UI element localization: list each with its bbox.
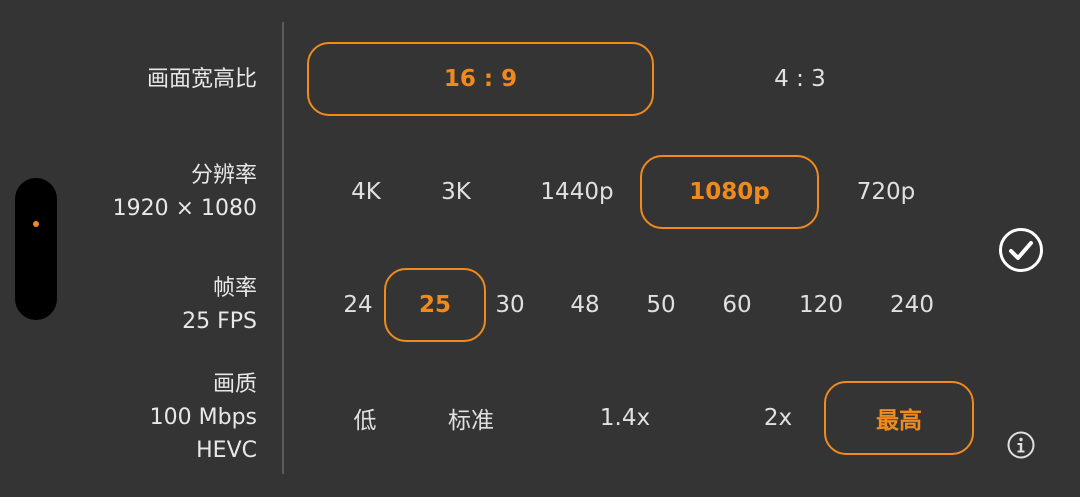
resolution-value: 1920 × 1080 [112, 196, 257, 221]
quality-option-2x[interactable]: 2x [752, 397, 804, 439]
checkmark-circle-icon [999, 228, 1043, 272]
quality-option-highest[interactable]: 最高 [824, 381, 974, 455]
frame-rate-option-48[interactable]: 48 [560, 284, 610, 326]
resolution-option-720p[interactable]: 720p [840, 171, 932, 213]
resolution-option-1440p[interactable]: 1440p [527, 171, 627, 213]
handle-indicator-dot [33, 221, 39, 227]
frame-rate-option-60[interactable]: 60 [712, 284, 762, 326]
quality-bitrate: 100 Mbps [149, 405, 257, 430]
aspect-ratio-title: 画面宽高比 [146, 67, 257, 92]
quality-option-low[interactable]: 低 [340, 397, 390, 439]
confirm-button[interactable] [998, 227, 1044, 273]
quality-codec: HEVC [196, 438, 257, 463]
info-button[interactable] [1006, 430, 1036, 460]
frame-rate-option-24[interactable]: 24 [333, 284, 383, 326]
resolution-option-3k[interactable]: 3K [420, 171, 492, 213]
quality-label: 画质 100 Mbps HEVC [150, 368, 257, 467]
quality-option-standard[interactable]: 标准 [436, 397, 506, 439]
frame-rate-label: 帧率 25 FPS [182, 272, 257, 338]
settings-divider [282, 22, 284, 474]
quality-title: 画质 [212, 372, 257, 397]
frame-rate-title: 帧率 [212, 276, 257, 301]
frame-rate-option-25[interactable]: 25 [384, 268, 486, 342]
frame-rate-value: 25 FPS [182, 309, 257, 334]
aspect-option-4-3[interactable]: 4 : 3 [740, 58, 860, 100]
aspect-option-16-9[interactable]: 16 : 9 [307, 42, 654, 116]
frame-rate-option-50[interactable]: 50 [636, 284, 686, 326]
resolution-label: 分辨率 1920 × 1080 [113, 159, 257, 225]
resolution-option-1080p[interactable]: 1080p [640, 155, 819, 229]
aspect-ratio-label: 画面宽高比 [147, 63, 257, 96]
frame-rate-option-240[interactable]: 240 [881, 284, 943, 326]
resolution-title: 分辨率 [190, 163, 257, 188]
frame-rate-option-120[interactable]: 120 [790, 284, 852, 326]
side-handle[interactable] [15, 178, 57, 320]
resolution-option-4k[interactable]: 4K [330, 171, 402, 213]
info-icon [1007, 431, 1035, 459]
frame-rate-option-30[interactable]: 30 [485, 284, 535, 326]
quality-option-1-4x[interactable]: 1.4x [590, 397, 660, 439]
